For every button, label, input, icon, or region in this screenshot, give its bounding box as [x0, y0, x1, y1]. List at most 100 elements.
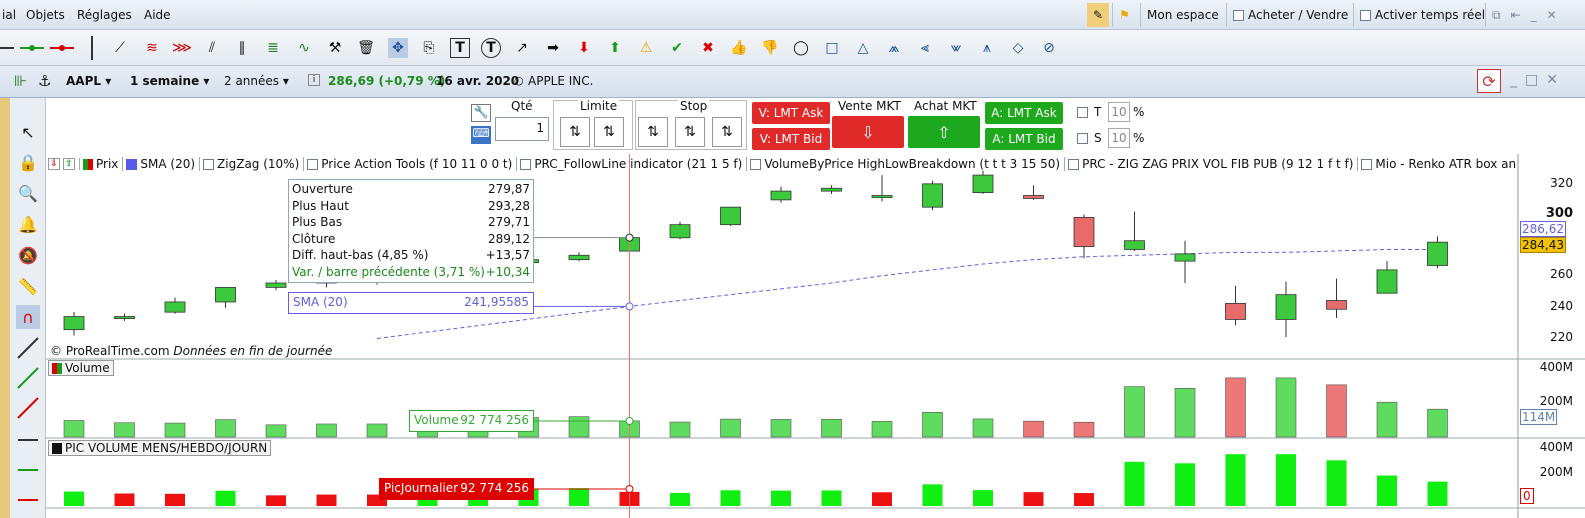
span-select[interactable]: 2 années ▾: [224, 74, 289, 88]
text-icon[interactable]: T: [450, 38, 470, 58]
thumbs-up-icon[interactable]: 👍: [729, 38, 749, 58]
pic-tick-200m: 200M: [1539, 465, 1573, 479]
erase-icon[interactable]: ⊘: [1039, 38, 1059, 58]
alert-icon[interactable]: 🔔: [16, 212, 40, 236]
refresh-icon[interactable]: ⟳: [1477, 69, 1501, 93]
menu-item-file[interactable]: ial: [2, 8, 16, 22]
cross-icon[interactable]: ✖: [698, 38, 718, 58]
company-name: APPLE INC.: [528, 74, 594, 88]
volume-panel-title[interactable]: Volume: [48, 360, 114, 376]
instrument-bar: ⊪ ⚓ AAPL ▾ 1 semaine ▾ 2 années ▾ i 286,…: [0, 66, 1585, 98]
radio-icon: ○: [514, 74, 524, 87]
mon-espace-button[interactable]: Mon espace: [1140, 3, 1225, 27]
legend-price-action[interactable]: Price Action Tools (f 10 11 0 0 t): [307, 157, 518, 171]
detach-icon[interactable]: ⧉: [1492, 8, 1501, 23]
trendline-icon[interactable]: ⟋: [110, 38, 130, 58]
parallel-icon[interactable]: ∥: [232, 38, 252, 58]
legend-arrows[interactable]: ⇩ ⇧: [48, 158, 80, 170]
ruler-icon[interactable]: 📏: [16, 274, 40, 298]
channel-icon[interactable]: ≋: [142, 38, 162, 58]
close-icon[interactable]: ✕: [1547, 8, 1557, 22]
pic-bar: [215, 490, 236, 506]
pencil-icon[interactable]: ✎: [1087, 3, 1110, 27]
pin-icon[interactable]: ⇤: [1511, 8, 1521, 22]
checkbox-icon: [203, 158, 215, 170]
volume-bar: [265, 424, 287, 438]
rectangle-icon[interactable]: □: [822, 38, 842, 58]
move-icon[interactable]: ✥: [388, 38, 408, 58]
arrow-right-icon[interactable]: ➡: [543, 38, 563, 58]
menu-item-aide[interactable]: Aide: [144, 8, 171, 22]
check-icon[interactable]: ✔: [667, 38, 687, 58]
thumbs-down-icon[interactable]: 👎: [760, 38, 780, 58]
symbol-select[interactable]: AAPL ▾: [66, 74, 111, 88]
lock-icon[interactable]: 🔒: [16, 150, 40, 174]
volume-point: [625, 417, 634, 425]
alert-remove-icon[interactable]: 🔕: [16, 243, 40, 267]
volume-bar: [114, 422, 135, 438]
volume-bar: [821, 418, 842, 438]
legend-prix[interactable]: Prix: [83, 157, 124, 171]
tooltip-row-value: +13,57: [485, 248, 530, 263]
checkbox-icon: [1233, 9, 1244, 21]
candle-body: [1326, 300, 1347, 310]
sma-tooltip-label: SMA (20): [293, 295, 348, 309]
zoom-icon[interactable]: 🔍: [16, 181, 40, 205]
minimize-icon[interactable]: _: [1531, 8, 1537, 22]
window-controls: ⧉ ⇤ _ ✕: [1485, 3, 1563, 27]
chart-window-controls[interactable]: _□✕: [1510, 72, 1566, 88]
tooltip-row-value: +10,34: [485, 264, 530, 279]
period-select[interactable]: 1 semaine ▾: [130, 74, 209, 88]
flag-icon[interactable]: ⚑: [1112, 3, 1136, 27]
legend-vbp[interactable]: VolumeByPrice HighLowBreakdown (t t t 3 …: [750, 157, 1066, 171]
legend-renko[interactable]: Mio - Renko ATR box an: [1361, 157, 1520, 171]
legend-zigzag-label: ZigZag (10%): [217, 157, 300, 171]
volume-bar: [1427, 408, 1448, 438]
legend-zigzag-fib[interactable]: PRC - ZIG ZAG PRIX VOL FIB PUB (9 12 1 f…: [1068, 157, 1359, 171]
sma-tooltip-value: 241,95585: [464, 295, 529, 309]
candle-body: [1073, 216, 1095, 247]
ellipse-icon[interactable]: ◯: [791, 38, 811, 58]
legend-zigzag[interactable]: ZigZag (10%): [203, 157, 305, 171]
cursor-icon[interactable]: ↖: [16, 120, 40, 144]
pic-bar: [1225, 454, 1246, 506]
legend-sma[interactable]: SMA (20): [126, 157, 201, 171]
legend-followline[interactable]: PRC_FollowLine indicator (21 1 5 f): [520, 157, 748, 171]
activer-temps-reel-toggle[interactable]: Activer temps réel: [1353, 3, 1491, 27]
fan-icon[interactable]: ⋙: [172, 38, 192, 58]
abc-icon[interactable]: ⫷: [915, 38, 935, 58]
candle-body: [1275, 294, 1297, 320]
acheter-vendre-toggle[interactable]: Acheter / Vendre: [1226, 3, 1354, 27]
arrow-up-icon[interactable]: ⬆: [605, 38, 625, 58]
link-icon[interactable]: ⚓: [38, 72, 51, 90]
info-icon[interactable]: i: [308, 74, 320, 86]
fibonacci-icon[interactable]: ≣: [263, 38, 283, 58]
elliott-icon[interactable]: ⩖: [946, 38, 966, 58]
volume-bar: [871, 421, 893, 438]
trash-icon[interactable]: 🗑: [356, 38, 376, 58]
magnet-icon[interactable]: ∩: [16, 305, 40, 329]
pitchfork-icon[interactable]: ⫽: [202, 38, 222, 58]
legend-vbp-label: VolumeByPrice HighLowBreakdown (t t t 3 …: [764, 157, 1061, 171]
warning-icon[interactable]: ⚠: [636, 38, 656, 58]
menu-item-objets[interactable]: Objets: [26, 8, 65, 22]
arrow-diagonal-icon[interactable]: ↗: [512, 38, 532, 58]
left-tool-panel: ↖ 🔒 🔍 🔔 🔕 📏 ∩: [10, 98, 46, 518]
copy-icon[interactable]: ⎘: [419, 38, 439, 58]
pattern-icon[interactable]: ⩕: [884, 38, 904, 58]
arrow-down-icon[interactable]: ⬇: [574, 38, 594, 58]
candle-body: [215, 286, 236, 303]
candle-body: [265, 282, 287, 288]
triangle-icon[interactable]: △: [853, 38, 873, 58]
menu-item-reglages[interactable]: Réglages: [77, 8, 132, 22]
chart-type-icon[interactable]: ⊪: [14, 72, 27, 90]
last-date: 16 avr. 2020: [436, 74, 520, 88]
pic-panel-title[interactable]: PIC VOLUME MENS/HEBDO/JOURN: [48, 440, 272, 456]
wave-icon[interactable]: ∿: [294, 38, 314, 58]
tools-icon[interactable]: ⚒: [325, 38, 345, 58]
diamond-icon[interactable]: ◇: [1008, 38, 1028, 58]
callout-icon[interactable]: T: [481, 38, 501, 58]
candle-body: [1124, 240, 1145, 250]
harmonic-icon[interactable]: ⩚: [977, 38, 997, 58]
volume-bar: [1124, 386, 1145, 438]
